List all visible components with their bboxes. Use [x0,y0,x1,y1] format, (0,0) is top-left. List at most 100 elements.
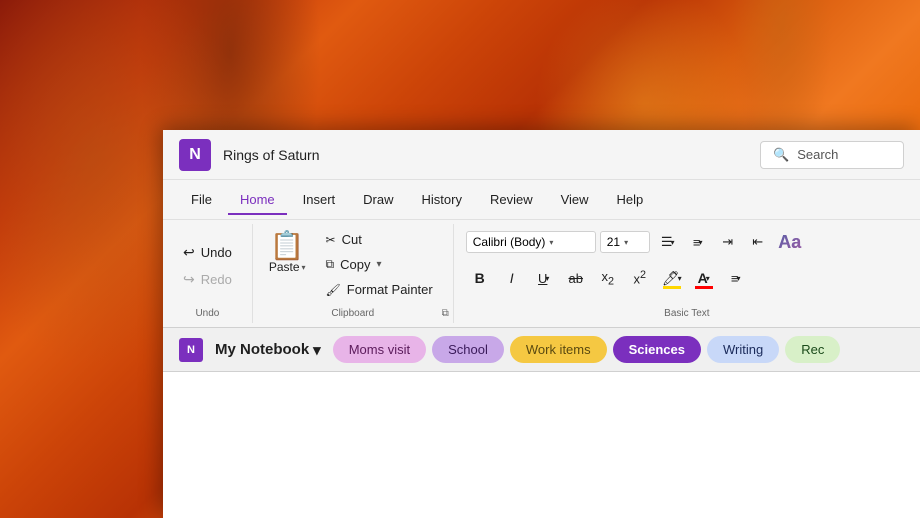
tab-rec-label: Rec [801,342,824,357]
redo-button[interactable]: ↪ Redo [175,267,240,292]
notebook-bar: N My Notebook ▾ Moms visit School Work i… [163,328,920,372]
format-row: B I U ▾ ab x2 x2 [466,264,908,292]
italic-button[interactable]: I [498,264,526,292]
underline-dropdown[interactable]: ▾ [545,274,549,283]
section-tabs: Moms visit School Work items Sciences Wr… [333,336,904,363]
clipboard-expand-icon[interactable]: ⧉ [442,308,449,319]
undo-label: Undo [201,245,232,260]
subscript-button[interactable]: x2 [594,264,622,292]
undo-stack: ↩ Undo ↪ Redo [175,240,240,292]
logo-letter: N [189,146,201,164]
tab-moms-label: Moms visit [349,342,410,357]
font-size-value: 21 [607,235,620,249]
cut-icon: ✂ [326,233,336,247]
tab-moms-visit[interactable]: Moms visit [333,336,426,363]
clipboard-group-label: Clipboard [253,308,453,319]
clipboard-group: 📋 Paste ▾ ✂ Cut ⧉ Copy ▾ [253,224,454,323]
search-icon: 🔍 [773,147,789,163]
align-button[interactable]: ≡ ▾ [722,264,750,292]
paste-button[interactable]: 📋 Paste ▾ [265,228,310,278]
format-painter-button[interactable]: 🖌 Format Painter [318,278,441,301]
indent-increase-icon: ⇥ [722,234,733,250]
redo-icon: ↪ [183,271,195,288]
copy-icon: ⧉ [326,257,335,272]
italic-icon: I [510,270,514,286]
styles-icon: Aa [778,232,801,253]
clipboard-actions: ✂ Cut ⧉ Copy ▾ 🖌 Format Painter [318,228,441,301]
copy-dropdown-arrow[interactable]: ▾ [376,259,381,270]
list-buttons: ☰ ▾ ≡ ▾ ⇥ ⇤ [654,228,772,256]
format-painter-label: Format Painter [347,282,433,297]
numbered-list-dropdown[interactable]: ▾ [699,238,703,247]
ribbon: ↩ Undo ↪ Redo Undo 📋 Paste ▾ [163,220,920,328]
tab-rec[interactable]: Rec [785,336,840,363]
font-color-button[interactable]: A ▾ [690,264,718,292]
notebook-icon: N [179,338,203,362]
subscript-icon: x2 [601,269,614,288]
numbered-list-button[interactable]: ≡ ▾ [684,228,712,256]
undo-group-label: Undo [163,308,252,319]
font-size-dropdown-arrow: ▾ [624,238,628,247]
undo-icon: ↩ [183,244,195,261]
onenote-logo: N [179,139,211,171]
indent-decrease-button[interactable]: ⇤ [744,228,772,256]
font-row: Calibri (Body) ▾ 21 ▾ ☰ ▾ ≡ [466,228,908,256]
cut-button[interactable]: ✂ Cut [318,228,441,251]
bold-icon: B [475,270,485,286]
notebook-icon-letter: N [187,344,195,356]
font-color-dropdown[interactable]: ▾ [706,274,710,283]
copy-button[interactable]: ⧉ Copy ▾ [318,253,441,276]
indent-decrease-icon: ⇤ [752,234,763,250]
paste-icon: 📋 [270,232,305,260]
app-title: Rings of Saturn [223,147,748,163]
font-selector[interactable]: Calibri (Body) ▾ [466,231,596,253]
highlight-dropdown[interactable]: ▾ [678,274,682,283]
cut-label: Cut [342,232,362,247]
align-dropdown[interactable]: ▾ [737,274,741,283]
font-color-bar [695,286,713,289]
menu-insert[interactable]: Insert [291,184,348,215]
search-label: Search [797,147,838,162]
menu-history[interactable]: History [410,184,474,215]
underline-button[interactable]: U ▾ [530,264,558,292]
search-box[interactable]: 🔍 Search [760,141,904,169]
tab-school[interactable]: School [432,336,504,363]
onenote-window: N Rings of Saturn 🔍 Search File Home Ins… [163,130,920,518]
font-dropdown-arrow: ▾ [549,238,553,247]
title-bar: N Rings of Saturn 🔍 Search [163,130,920,180]
highlight-bar [663,286,681,289]
tab-writing[interactable]: Writing [707,336,779,363]
bold-button[interactable]: B [466,264,494,292]
paste-label: Paste [269,260,300,274]
superscript-button[interactable]: x2 [626,264,654,292]
bullet-list-dropdown[interactable]: ▾ [671,238,675,247]
notebook-title-button[interactable]: My Notebook ▾ [215,341,321,359]
font-size-selector[interactable]: 21 ▾ [600,231,650,253]
copy-label: Copy [340,257,370,272]
basic-text-group-label: Basic Text [454,308,920,319]
indent-increase-button[interactable]: ⇥ [714,228,742,256]
strikethrough-icon: ab [569,271,583,286]
content-area[interactable] [163,372,920,518]
styles-button[interactable]: Aa [776,228,804,256]
menu-draw[interactable]: Draw [351,184,405,215]
menu-review[interactable]: Review [478,184,545,215]
menu-view[interactable]: View [549,184,601,215]
notebook-chevron-icon: ▾ [313,341,321,359]
menu-help[interactable]: Help [605,184,656,215]
undo-button[interactable]: ↩ Undo [175,240,240,265]
undo-group: ↩ Undo ↪ Redo Undo [163,224,253,323]
font-name: Calibri (Body) [473,235,546,249]
strikethrough-button[interactable]: ab [562,264,590,292]
menu-home[interactable]: Home [228,184,287,215]
paste-dropdown-arrow[interactable]: ▾ [302,263,306,272]
tab-work-items[interactable]: Work items [510,336,607,363]
superscript-icon: x2 [633,269,646,286]
tab-sciences[interactable]: Sciences [613,336,701,363]
format-painter-icon: 🖌 [326,283,341,297]
highlight-button[interactable]: 🖊 ▾ [658,264,686,292]
bullet-list-button[interactable]: ☰ ▾ [654,228,682,256]
menu-bar: File Home Insert Draw History Review Vie… [163,180,920,220]
menu-file[interactable]: File [179,184,224,215]
tab-writing-label: Writing [723,342,763,357]
